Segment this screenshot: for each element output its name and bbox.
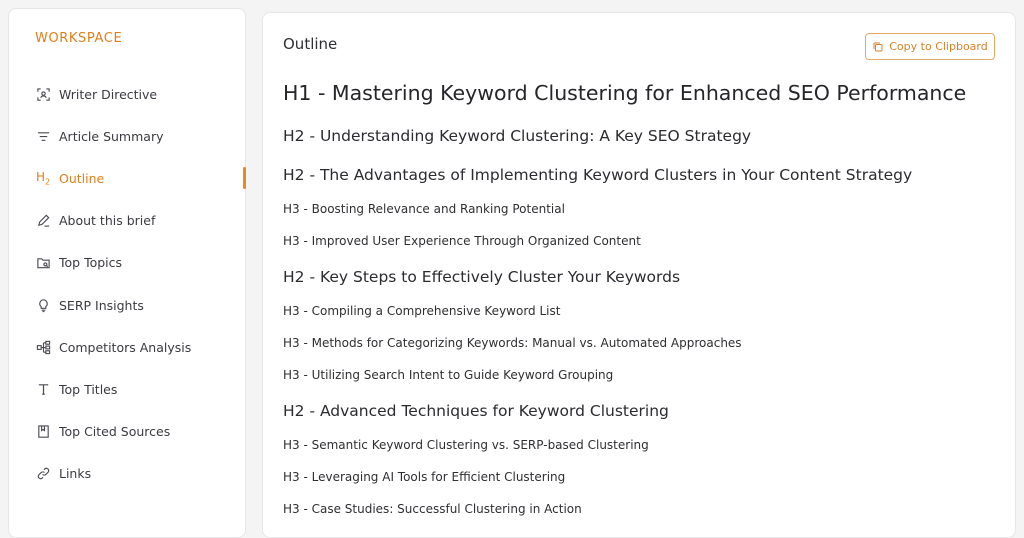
sidebar-item-about-this-brief[interactable]: About this brief [9, 200, 245, 242]
outline-heading-h3: H3 - Utilizing Search Intent to Guide Ke… [283, 368, 614, 382]
link-icon [35, 466, 51, 482]
sidebar-item-top-cited-sources[interactable]: Top Cited Sources [9, 411, 245, 453]
sidebar-item-outline[interactable]: H2 Outline [9, 157, 246, 199]
heading-h2-icon: H2 [35, 170, 51, 187]
sidebar-nav: Writer Directive Article Summary H2 Outl… [9, 73, 246, 495]
copy-to-clipboard-button[interactable]: Copy to Clipboard [865, 33, 995, 60]
sidebar-item-label: About this brief [59, 213, 156, 229]
sidebar: WORKSPACE Writer Directive Article Summa… [8, 8, 246, 538]
sidebar-item-serp-insights[interactable]: SERP Insights [9, 284, 245, 326]
sidebar-item-label: SERP Insights [59, 297, 144, 313]
sidebar-item-competitors-analysis[interactable]: Competitors Analysis [9, 326, 245, 368]
outline-heading-h3: H3 - Boosting Relevance and Ranking Pote… [283, 202, 565, 216]
sidebar-item-links[interactable]: Links [9, 453, 245, 495]
bookmark-book-icon [35, 424, 51, 440]
copy-button-label: Copy to Clipboard [889, 40, 988, 53]
sidebar-item-top-titles[interactable]: Top Titles [9, 368, 245, 410]
outline-heading-h3: H3 - Leveraging AI Tools for Efficient C… [283, 470, 566, 484]
page-title: Outline [283, 35, 338, 53]
text-t-icon [35, 381, 51, 397]
sidebar-item-label: Competitors Analysis [59, 339, 192, 355]
scan-focus-icon [35, 86, 51, 102]
outline-heading-h1: H1 - Mastering Keyword Clustering for En… [283, 81, 967, 105]
sidebar-item-article-summary[interactable]: Article Summary [9, 115, 245, 157]
pencil-icon [35, 213, 51, 229]
sidebar-item-label: Writer Directive [59, 86, 158, 102]
outline-heading-h3: H3 - Case Studies: Successful Clustering… [283, 502, 582, 516]
main-panel: Outline Copy to Clipboard H1 - Mastering… [262, 12, 1016, 538]
folder-search-icon [35, 255, 51, 271]
sidebar-item-top-topics[interactable]: Top Topics [9, 242, 245, 284]
copy-icon [872, 41, 884, 53]
outline-heading-h2: H2 - Advanced Techniques for Keyword Clu… [283, 402, 669, 420]
sidebar-item-writer-directive[interactable]: Writer Directive [9, 73, 245, 115]
sidebar-item-label: Links [59, 466, 92, 482]
sidebar-item-label: Outline [59, 170, 105, 186]
lightbulb-icon [35, 297, 51, 313]
sidebar-item-label: Top Cited Sources [59, 424, 171, 440]
outline-heading-h3: H3 - Compiling a Comprehensive Keyword L… [283, 304, 561, 318]
outline-heading-h2: H2 - Key Steps to Effectively Cluster Yo… [283, 268, 681, 286]
sidebar-item-label: Top Topics [59, 255, 123, 271]
hierarchy-icon [35, 339, 51, 355]
outline-heading-h3: H3 - Methods for Categorizing Keywords: … [283, 336, 742, 350]
outline-heading-h3: H3 - Semantic Keyword Clustering vs. SER… [283, 438, 649, 452]
sidebar-item-label: Top Titles [59, 381, 118, 397]
outline-heading-h2: H2 - Understanding Keyword Clustering: A… [283, 127, 752, 145]
outline-heading-h3: H3 - Improved User Experience Through Or… [283, 234, 641, 248]
outline-heading-h2: H2 - The Advantages of Implementing Keyw… [283, 166, 913, 184]
workspace-title: WORKSPACE [35, 31, 123, 46]
sidebar-item-label: Article Summary [59, 128, 164, 144]
lines-filter-icon [35, 128, 51, 144]
